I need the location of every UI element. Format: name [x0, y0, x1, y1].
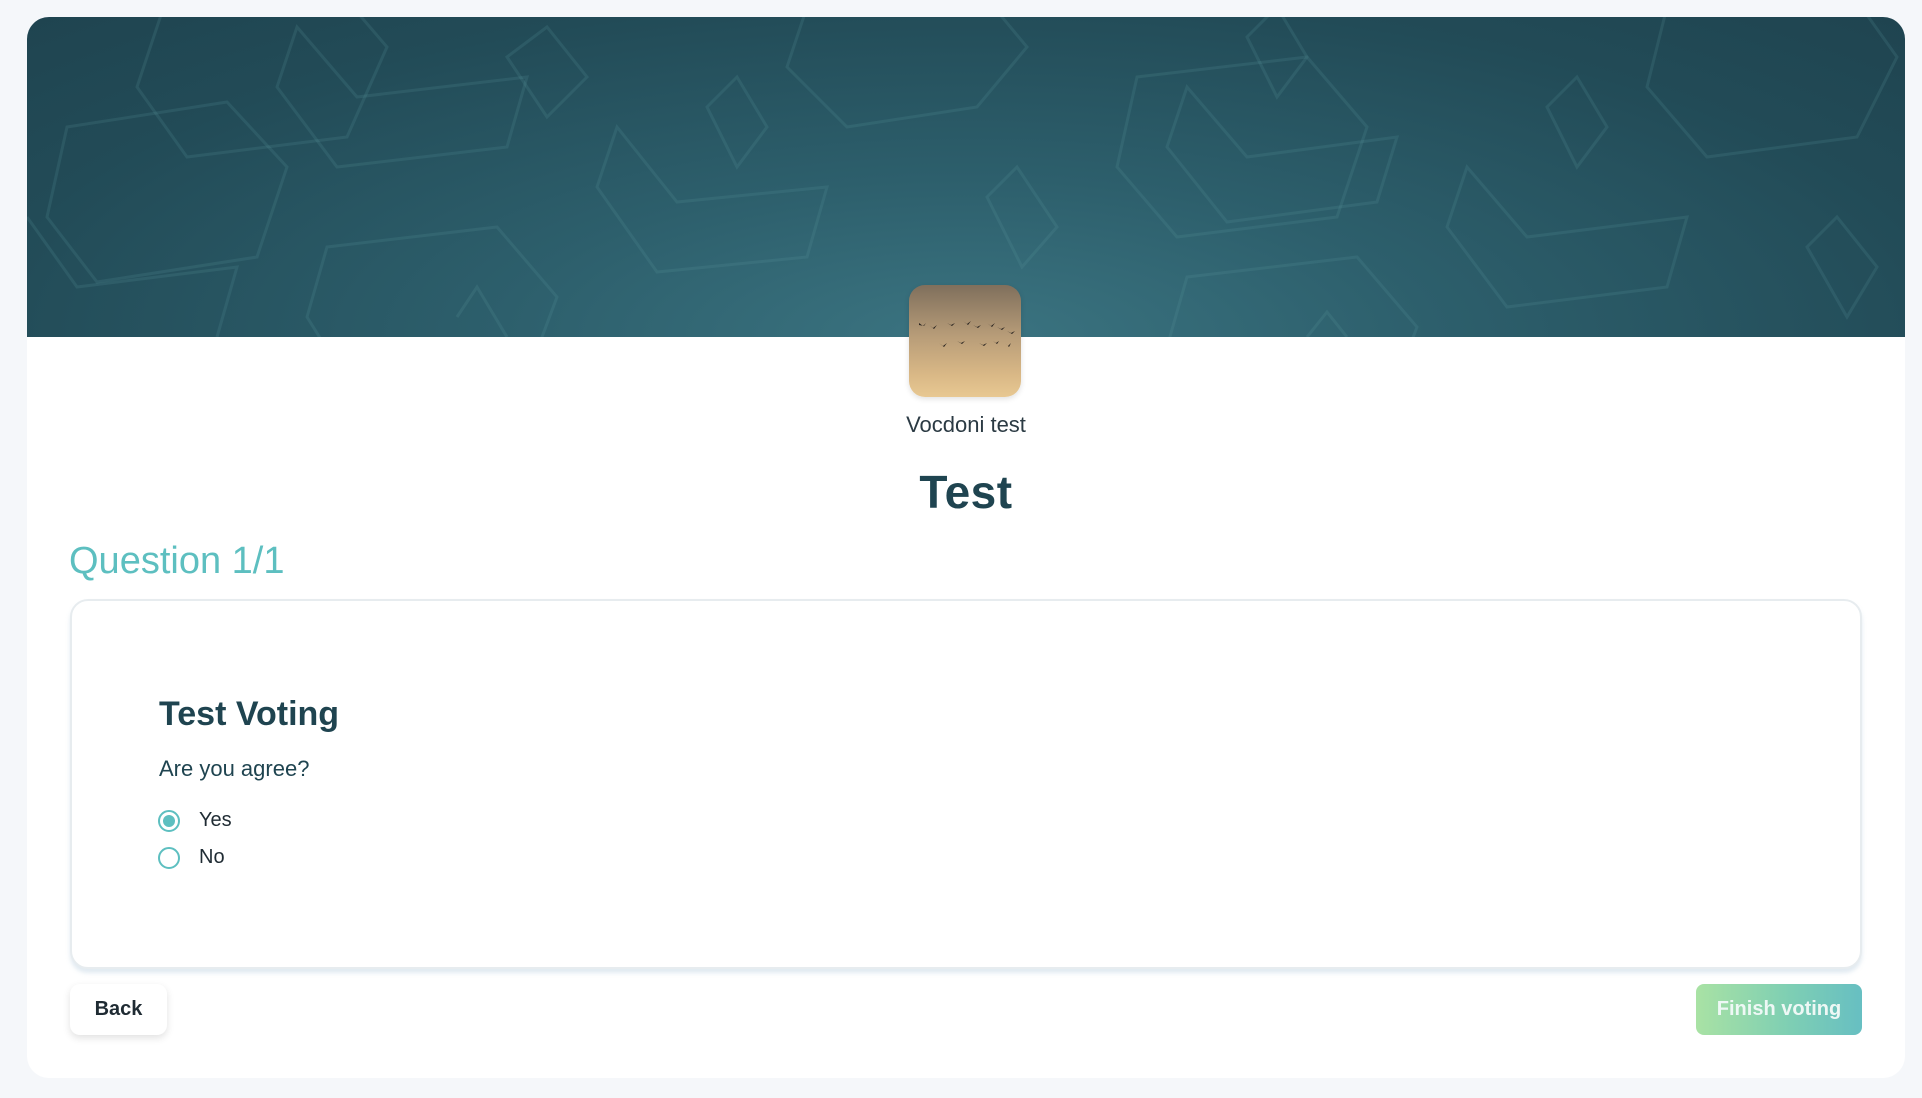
question-counter: Question 1/1 — [69, 540, 285, 582]
option-no-label: No — [199, 846, 225, 868]
radio-yes[interactable] — [158, 809, 180, 832]
radio-no[interactable] — [158, 846, 180, 869]
organization-avatar — [909, 285, 1021, 397]
option-no[interactable]: No — [158, 846, 225, 869]
back-button[interactable]: Back — [70, 984, 167, 1035]
option-yes-label: Yes — [199, 809, 232, 831]
birds-flock-sunset-image — [909, 285, 1021, 397]
question-description: Are you agree? — [159, 756, 310, 781]
organization-name: Vocdoni test — [906, 412, 1026, 437]
question-title: Test Voting — [159, 695, 340, 733]
voting-card: Vocdoni test Test Question 1/1 Test Voti… — [27, 17, 1905, 1078]
finish-voting-button[interactable]: Finish voting — [1696, 984, 1862, 1035]
option-yes[interactable]: Yes — [158, 809, 232, 832]
question-card: Test Voting Are you agree? Yes No — [70, 599, 1862, 969]
process-title: Test — [919, 466, 1013, 518]
